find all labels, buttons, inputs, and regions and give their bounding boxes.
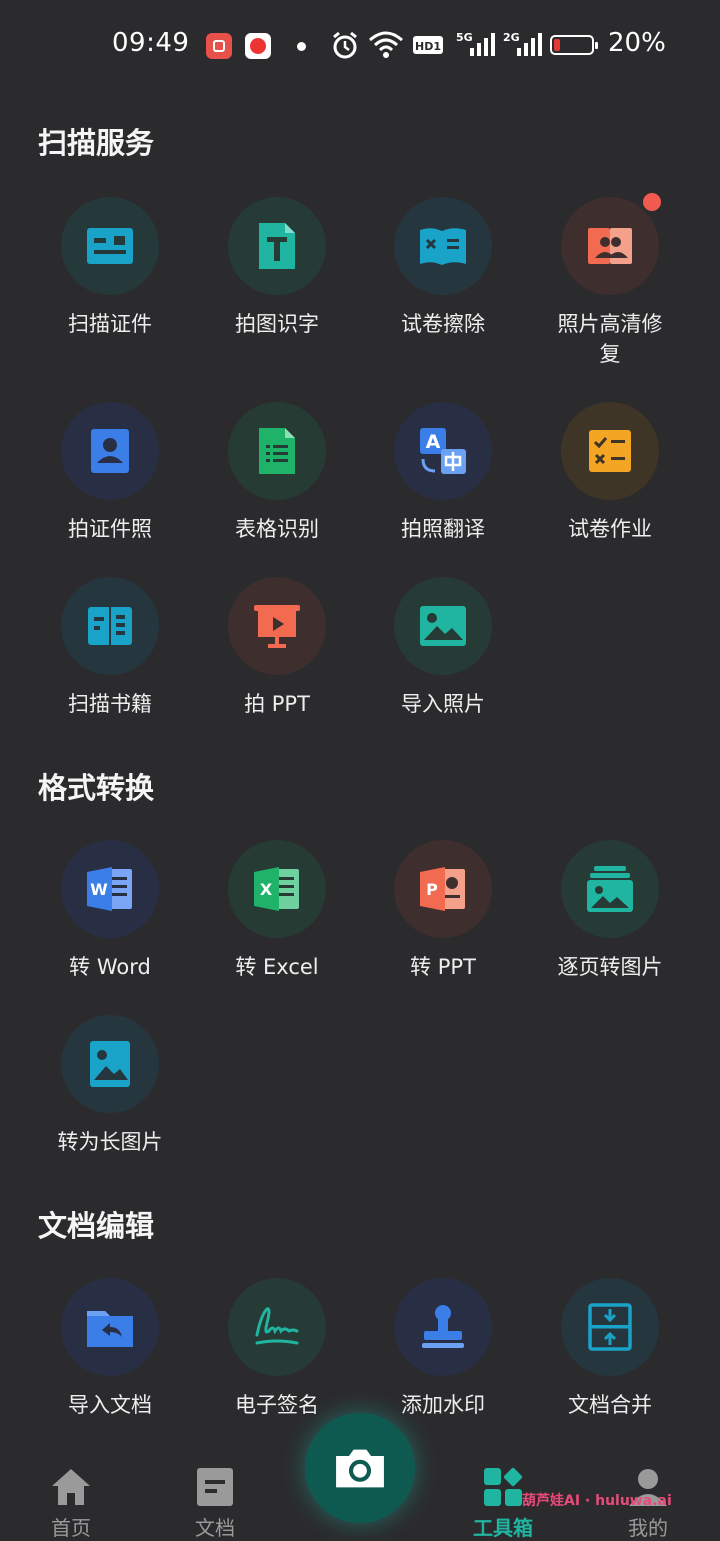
homework-icon — [589, 430, 631, 472]
svg-text:5G: 5G — [456, 31, 473, 44]
tool-label: 试卷擦除 — [401, 312, 485, 336]
tool-label: 转为长图片 — [57, 1130, 163, 1154]
svg-text:W: W — [90, 880, 108, 899]
table-recognition-icon — [259, 428, 295, 474]
ppt-capture-icon — [254, 605, 300, 648]
photo-restore-icon — [588, 228, 632, 264]
video-app-icon — [245, 33, 271, 59]
tool-label: 添加水印 — [401, 1393, 485, 1417]
excel-icon: X — [254, 867, 299, 911]
tool-label: 拍证件照 — [68, 517, 152, 541]
tool-label: 拍 PPT — [244, 692, 310, 716]
tool-scan-id[interactable]: 扫描证件 — [27, 197, 193, 339]
svg-text:2G: 2G — [503, 31, 520, 44]
tool-add-watermark[interactable]: 添加水印 — [360, 1278, 526, 1420]
exam-erase-icon — [420, 228, 466, 265]
section-title-convert: 格式转换 — [38, 771, 155, 805]
section-title-scan: 扫描服务 — [38, 126, 155, 160]
text-recognition-icon — [259, 223, 295, 269]
tool-label: 照片高清修 复 — [557, 312, 663, 366]
merge-document-icon — [588, 1303, 632, 1351]
signature-icon — [255, 1307, 299, 1345]
nav-label: 首页 — [51, 1516, 91, 1540]
tool-e-signature[interactable]: 电子签名 — [194, 1278, 360, 1420]
battery-percent: 20% — [608, 28, 666, 58]
notification-dot-icon — [297, 42, 306, 51]
new-badge — [643, 193, 661, 211]
svg-text:P: P — [426, 880, 438, 899]
nav-label: 我的 — [628, 1516, 668, 1540]
tool-import-photo[interactable]: 导入照片 — [360, 577, 526, 719]
tool-label: 试卷作业 — [568, 517, 652, 541]
tool-label: 转 Excel — [235, 955, 319, 979]
battery-icon — [550, 35, 598, 55]
tool-label: 扫描书籍 — [68, 692, 152, 716]
signal-2g-icon: 2G — [503, 31, 542, 56]
word-icon: W — [87, 867, 132, 911]
nav-label: 工具箱 — [473, 1516, 533, 1540]
home-icon — [52, 1469, 90, 1505]
tool-id-photo[interactable]: 拍证件照 — [27, 402, 193, 544]
svg-text:HD1: HD1 — [415, 40, 441, 53]
tool-label: 拍照翻译 — [401, 517, 485, 541]
long-image-icon — [90, 1041, 130, 1087]
svg-text:X: X — [260, 880, 273, 899]
camera-icon — [336, 1449, 384, 1488]
tool-photo-restore[interactable]: 照片高清修 复 — [527, 193, 693, 369]
nav-documents[interactable]: 文档 — [155, 1466, 275, 1541]
status-bar: 09:49 HD1 5G 2G 20% — [0, 0, 720, 92]
import-photo-icon — [420, 606, 466, 646]
wifi-icon — [369, 31, 403, 58]
import-document-icon — [87, 1311, 133, 1347]
tool-book-scan[interactable]: 扫描书籍 — [27, 577, 193, 719]
translate-icon: A — [420, 428, 466, 474]
tool-merge-document[interactable]: 文档合并 — [527, 1278, 693, 1420]
toolbox-icon — [484, 1467, 523, 1506]
tool-label: 导入文档 — [68, 1393, 152, 1417]
alarm-icon — [333, 31, 357, 59]
tool-label: 文档合并 — [568, 1393, 652, 1417]
tool-label: 转 Word — [69, 955, 151, 979]
ppt-icon: P — [420, 867, 465, 911]
tool-to-excel[interactable]: X 转 Excel — [194, 840, 360, 982]
tool-to-ppt[interactable]: P 转 PPT — [360, 840, 526, 982]
id-photo-icon — [91, 429, 129, 473]
tool-photo-text[interactable]: 拍图识字 — [194, 197, 360, 339]
tool-table-recognition[interactable]: 表格识别 — [194, 402, 360, 544]
document-icon — [197, 1468, 233, 1506]
tool-label: 拍图识字 — [235, 312, 319, 336]
watermark-stamp-icon — [422, 1305, 464, 1348]
tool-label: 表格识别 — [235, 517, 319, 541]
pages-to-images-icon — [587, 866, 633, 912]
camera-scan-button[interactable] — [305, 1413, 415, 1523]
tool-exam-erase[interactable]: 试卷擦除 — [360, 197, 526, 339]
tool-label: 导入照片 — [401, 692, 485, 716]
book-scan-icon — [88, 607, 132, 645]
id-card-icon — [87, 228, 133, 264]
signal-5g-icon: 5G — [456, 31, 495, 56]
watermark-text: 葫芦娃AI · huluwa.ai — [522, 1493, 672, 1509]
tool-to-word[interactable]: W 转 Word — [27, 840, 193, 982]
tool-label: 转 PPT — [410, 955, 476, 979]
svg-text:A: A — [426, 431, 441, 453]
tool-pages-to-images[interactable]: 逐页转图片 — [527, 840, 693, 982]
nav-home[interactable]: 首页 — [11, 1466, 131, 1541]
tool-label: 电子签名 — [235, 1393, 319, 1417]
tool-ppt-capture[interactable]: 拍 PPT — [194, 577, 360, 719]
hd-icon: HD1 — [413, 36, 443, 54]
tool-long-image[interactable]: 转为长图片 — [27, 1015, 193, 1157]
nav-label: 文档 — [195, 1516, 235, 1540]
tool-homework[interactable]: 试卷作业 — [527, 402, 693, 544]
tool-label: 扫描证件 — [68, 312, 152, 336]
tool-label: 逐页转图片 — [557, 955, 663, 979]
tool-import-document[interactable]: 导入文档 — [27, 1278, 193, 1420]
section-title-edit: 文档编辑 — [38, 1209, 155, 1243]
notification-app-icon — [206, 33, 232, 59]
tool-photo-translate[interactable]: A 拍照翻译 — [360, 402, 526, 544]
status-time: 09:49 — [112, 28, 190, 58]
